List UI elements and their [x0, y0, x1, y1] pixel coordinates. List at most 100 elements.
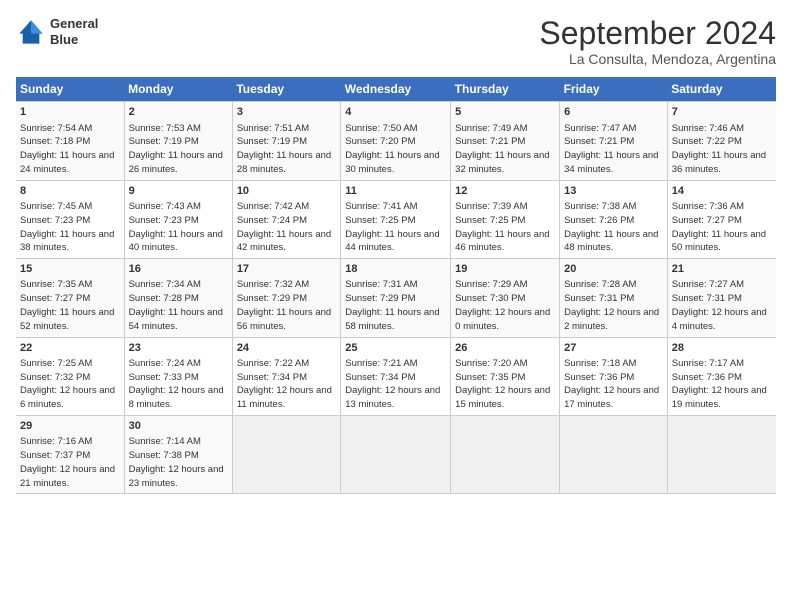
- day-cell: [667, 416, 776, 494]
- day-info: Sunrise: 7:43 AMSunset: 7:23 PMDaylight:…: [129, 200, 228, 255]
- day-number: 10: [237, 184, 336, 199]
- day-info: Sunrise: 7:27 AMSunset: 7:31 PMDaylight:…: [672, 278, 772, 333]
- day-number: 13: [564, 184, 663, 199]
- day-cell: 27Sunrise: 7:18 AMSunset: 7:36 PMDayligh…: [560, 337, 668, 415]
- day-info: Sunrise: 7:42 AMSunset: 7:24 PMDaylight:…: [237, 200, 336, 255]
- day-cell: 15Sunrise: 7:35 AMSunset: 7:27 PMDayligh…: [16, 259, 124, 337]
- day-info: Sunrise: 7:39 AMSunset: 7:25 PMDaylight:…: [455, 200, 555, 255]
- day-info: Sunrise: 7:24 AMSunset: 7:33 PMDaylight:…: [129, 357, 228, 412]
- day-info: Sunrise: 7:17 AMSunset: 7:36 PMDaylight:…: [672, 357, 772, 412]
- day-cell: 14Sunrise: 7:36 AMSunset: 7:27 PMDayligh…: [667, 180, 776, 258]
- day-cell: 24Sunrise: 7:22 AMSunset: 7:34 PMDayligh…: [232, 337, 340, 415]
- subtitle: La Consulta, Mendoza, Argentina: [539, 51, 776, 67]
- day-cell: 10Sunrise: 7:42 AMSunset: 7:24 PMDayligh…: [232, 180, 340, 258]
- week-row-2: 8Sunrise: 7:45 AMSunset: 7:23 PMDaylight…: [16, 180, 776, 258]
- title-block: September 2024 La Consulta, Mendoza, Arg…: [539, 16, 776, 67]
- day-cell: 8Sunrise: 7:45 AMSunset: 7:23 PMDaylight…: [16, 180, 124, 258]
- day-number: 2: [129, 105, 228, 120]
- header-cell-friday: Friday: [560, 77, 668, 102]
- day-number: 4: [345, 105, 446, 120]
- day-cell: 1 Sunrise: 7:54 AMSunset: 7:18 PMDaylight…: [16, 102, 124, 180]
- day-cell: 20Sunrise: 7:28 AMSunset: 7:31 PMDayligh…: [560, 259, 668, 337]
- day-cell: 3 Sunrise: 7:51 AMSunset: 7:19 PMDaylight…: [232, 102, 340, 180]
- day-cell: 13Sunrise: 7:38 AMSunset: 7:26 PMDayligh…: [560, 180, 668, 258]
- day-cell: 19Sunrise: 7:29 AMSunset: 7:30 PMDayligh…: [451, 259, 560, 337]
- day-info: Sunrise: 7:25 AMSunset: 7:32 PMDaylight:…: [20, 357, 120, 412]
- day-info: Sunrise: 7:46 AMSunset: 7:22 PMDaylight:…: [672, 122, 772, 177]
- logo: General Blue: [16, 16, 98, 47]
- day-info: Sunrise: 7:51 AMSunset: 7:19 PMDaylight:…: [237, 122, 336, 177]
- day-number: 17: [237, 262, 336, 277]
- day-info: Sunrise: 7:14 AMSunset: 7:38 PMDaylight:…: [129, 435, 228, 490]
- day-info: Sunrise: 7:45 AMSunset: 7:23 PMDaylight:…: [20, 200, 120, 255]
- day-cell: 12Sunrise: 7:39 AMSunset: 7:25 PMDayligh…: [451, 180, 560, 258]
- day-info: Sunrise: 7:41 AMSunset: 7:25 PMDaylight:…: [345, 200, 446, 255]
- day-number: 15: [20, 262, 120, 277]
- day-cell: [560, 416, 668, 494]
- header: General Blue September 2024 La Consulta,…: [16, 16, 776, 67]
- day-info: Sunrise: 7:18 AMSunset: 7:36 PMDaylight:…: [564, 357, 663, 412]
- day-cell: 22Sunrise: 7:25 AMSunset: 7:32 PMDayligh…: [16, 337, 124, 415]
- week-row-1: 1 Sunrise: 7:54 AMSunset: 7:18 PMDaylight…: [16, 102, 776, 180]
- day-number: 29: [20, 419, 120, 434]
- day-info: Sunrise: 7:49 AMSunset: 7:21 PMDaylight:…: [455, 122, 555, 177]
- day-cell: 26Sunrise: 7:20 AMSunset: 7:35 PMDayligh…: [451, 337, 560, 415]
- week-row-4: 22Sunrise: 7:25 AMSunset: 7:32 PMDayligh…: [16, 337, 776, 415]
- day-cell: 28Sunrise: 7:17 AMSunset: 7:36 PMDayligh…: [667, 337, 776, 415]
- day-number: 23: [129, 341, 228, 356]
- header-cell-monday: Monday: [124, 77, 232, 102]
- day-info: Sunrise: 7:38 AMSunset: 7:26 PMDaylight:…: [564, 200, 663, 255]
- day-cell: 16Sunrise: 7:34 AMSunset: 7:28 PMDayligh…: [124, 259, 232, 337]
- day-number: 30: [129, 419, 228, 434]
- day-number: 20: [564, 262, 663, 277]
- day-number: 21: [672, 262, 772, 277]
- day-number: 1: [20, 105, 120, 120]
- calendar-table: SundayMondayTuesdayWednesdayThursdayFrid…: [16, 77, 776, 494]
- day-cell: 23Sunrise: 7:24 AMSunset: 7:33 PMDayligh…: [124, 337, 232, 415]
- day-cell: 2Sunrise: 7:53 AMSunset: 7:19 PMDaylight…: [124, 102, 232, 180]
- day-number: 24: [237, 341, 336, 356]
- logo-icon: [16, 17, 46, 47]
- day-cell: 9Sunrise: 7:43 AMSunset: 7:23 PMDaylight…: [124, 180, 232, 258]
- day-info: Sunrise: 7:34 AMSunset: 7:28 PMDaylight:…: [129, 278, 228, 333]
- day-info: Sunrise: 7:29 AMSunset: 7:30 PMDaylight:…: [455, 278, 555, 333]
- day-number: 18: [345, 262, 446, 277]
- day-info: Sunrise: 7:47 AMSunset: 7:21 PMDaylight:…: [564, 122, 663, 177]
- header-cell-saturday: Saturday: [667, 77, 776, 102]
- header-cell-wednesday: Wednesday: [341, 77, 451, 102]
- day-number: 3: [237, 105, 336, 120]
- logo-text: General Blue: [50, 16, 98, 47]
- day-info: Sunrise: 7:16 AMSunset: 7:37 PMDaylight:…: [20, 435, 120, 490]
- day-cell: 29Sunrise: 7:16 AMSunset: 7:37 PMDayligh…: [16, 416, 124, 494]
- day-number: 14: [672, 184, 772, 199]
- day-info: Sunrise: 7:21 AMSunset: 7:34 PMDaylight:…: [345, 357, 446, 412]
- day-number: 25: [345, 341, 446, 356]
- page: General Blue September 2024 La Consulta,…: [0, 0, 792, 504]
- week-row-3: 15Sunrise: 7:35 AMSunset: 7:27 PMDayligh…: [16, 259, 776, 337]
- day-number: 9: [129, 184, 228, 199]
- day-number: 22: [20, 341, 120, 356]
- day-cell: 18Sunrise: 7:31 AMSunset: 7:29 PMDayligh…: [341, 259, 451, 337]
- day-number: 16: [129, 262, 228, 277]
- day-number: 27: [564, 341, 663, 356]
- day-cell: 30Sunrise: 7:14 AMSunset: 7:38 PMDayligh…: [124, 416, 232, 494]
- day-cell: 17Sunrise: 7:32 AMSunset: 7:29 PMDayligh…: [232, 259, 340, 337]
- day-number: 12: [455, 184, 555, 199]
- day-cell: 4Sunrise: 7:50 AMSunset: 7:20 PMDaylight…: [341, 102, 451, 180]
- day-cell: [232, 416, 340, 494]
- day-cell: [341, 416, 451, 494]
- day-cell: 6Sunrise: 7:47 AMSunset: 7:21 PMDaylight…: [560, 102, 668, 180]
- week-row-5: 29Sunrise: 7:16 AMSunset: 7:37 PMDayligh…: [16, 416, 776, 494]
- day-cell: 25Sunrise: 7:21 AMSunset: 7:34 PMDayligh…: [341, 337, 451, 415]
- day-info: Sunrise: 7:22 AMSunset: 7:34 PMDaylight:…: [237, 357, 336, 412]
- day-number: 26: [455, 341, 555, 356]
- day-cell: 5 Sunrise: 7:49 AMSunset: 7:21 PMDaylight…: [451, 102, 560, 180]
- day-number: 5: [455, 105, 555, 120]
- day-info: Sunrise: 7:54 AMSunset: 7:18 PMDaylight:…: [20, 122, 120, 177]
- main-title: September 2024: [539, 16, 776, 51]
- day-number: 7: [672, 105, 772, 120]
- day-number: 11: [345, 184, 446, 199]
- day-number: 28: [672, 341, 772, 356]
- header-cell-thursday: Thursday: [451, 77, 560, 102]
- day-info: Sunrise: 7:20 AMSunset: 7:35 PMDaylight:…: [455, 357, 555, 412]
